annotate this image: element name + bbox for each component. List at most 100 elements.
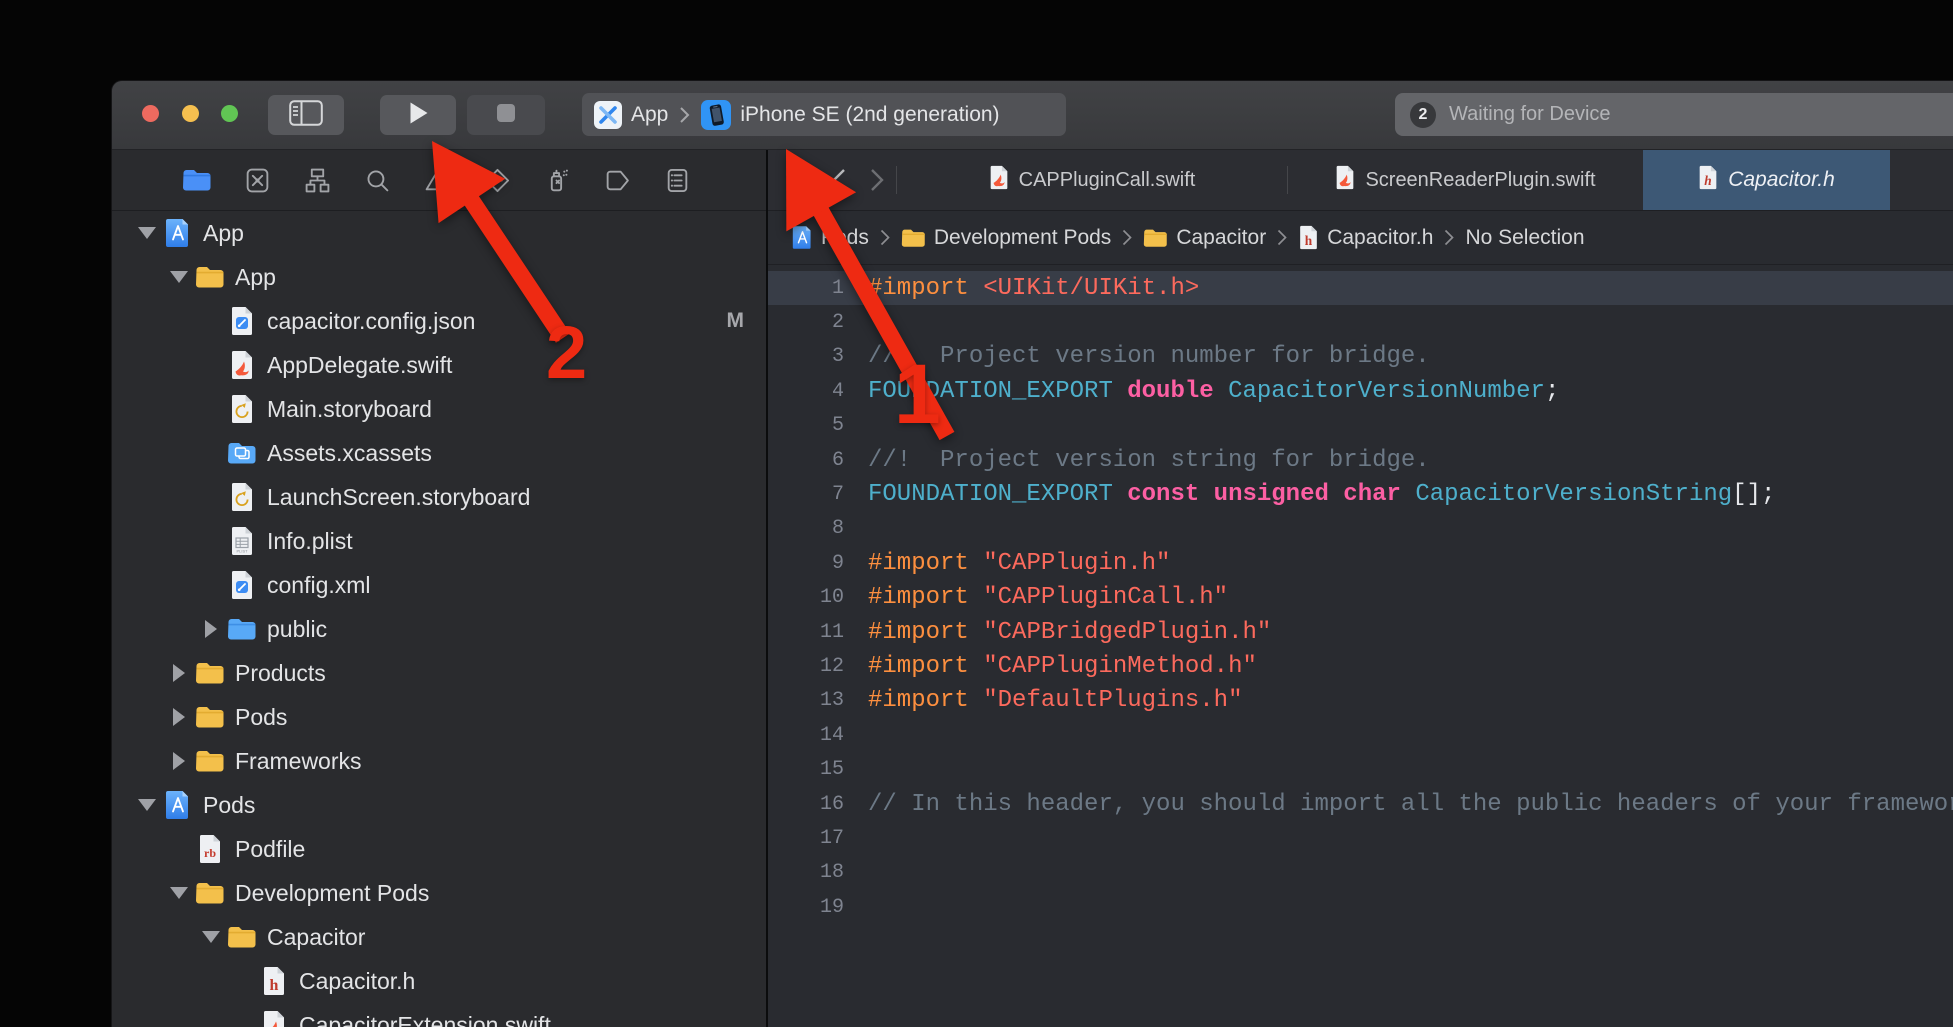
code-line-4[interactable]: 4FOUNDATION_EXPORT double CapacitorVersi… [768,374,1953,408]
minimize-window-button[interactable] [182,105,199,122]
code-line-18[interactable]: 18 [768,856,1953,890]
line-number[interactable]: 18 [768,861,844,884]
close-window-button[interactable] [142,105,159,122]
code-line-9[interactable]: 9#import "CAPPlugin.h" [768,546,1953,580]
issues-navigator-icon[interactable] [407,150,467,210]
disclosure-open-icon[interactable] [197,931,224,943]
project-navigator-icon[interactable] [167,150,227,210]
run-button[interactable] [380,95,456,135]
stop-button[interactable] [467,95,545,135]
line-number[interactable]: 10 [768,586,844,609]
line-number[interactable]: 7 [768,483,844,506]
symbols-navigator-icon[interactable] [287,150,347,210]
code-line-10[interactable]: 10#import "CAPPluginCall.h" [768,581,1953,615]
code-line-19[interactable]: 19 [768,890,1953,924]
tree-item-config.xml[interactable]: config.xml [112,563,766,607]
tree-item-label: Capacitor [267,924,365,951]
tree-item-Capacitor.h[interactable]: hCapacitor.h [112,959,766,1003]
tree-item-Development-Pods[interactable]: Development Pods [112,871,766,915]
tests-navigator-icon[interactable] [467,150,527,210]
tree-item-CapacitorExtension.swift[interactable]: CapacitorExtension.swift [112,1003,766,1027]
tree-item-AppDelegate.swift[interactable]: AppDelegate.swift [112,343,766,387]
tree-item-App[interactable]: App [112,255,766,299]
line-number[interactable]: 2 [768,311,844,334]
tree-item-App[interactable]: App [112,211,766,255]
code-line-2[interactable]: 2 [768,305,1953,339]
tree-item-LaunchScreen.storyboard[interactable]: LaunchScreen.storyboard [112,475,766,519]
tree-item-Pods[interactable]: Pods [112,783,766,827]
disclosure-open-icon[interactable] [133,799,160,811]
code-line-3[interactable]: 3//! Project version number for bridge. [768,340,1953,374]
breadcrumb-item-Capacitor[interactable]: Capacitor [1143,226,1266,250]
line-number[interactable]: 12 [768,655,844,678]
go-forward-button[interactable] [858,150,896,210]
code-line-5[interactable]: 5 [768,409,1953,443]
code-editor[interactable]: 1#import <UIKit/UIKit.h> 2 3//! Project ve… [768,265,1953,1027]
toggle-navigator-button[interactable] [268,95,344,135]
code-line-12[interactable]: 12#import "CAPPluginMethod.h" [768,649,1953,683]
disclosure-closed-icon[interactable] [165,664,192,682]
breadcrumb-item-Capacitor.h[interactable]: hCapacitor.h [1298,225,1433,250]
tree-item-Assets.xcassets[interactable]: Assets.xcassets [112,431,766,475]
tree-item-capacitor.config.json[interactable]: capacitor.config.jsonM [112,299,766,343]
tree-item-Products[interactable]: Products [112,651,766,695]
tab-CAPPluginCall.swift[interactable]: CAPPluginCall.swift [897,150,1287,210]
screenshot-stage: App iPhone SE (2nd generation) 2 Waiting… [0,0,1953,1027]
disclosure-open-icon[interactable] [133,227,160,239]
code-line-15[interactable]: 15 [768,752,1953,786]
debug-navigator-icon[interactable] [527,150,587,210]
tree-item-Main.storyboard[interactable]: Main.storyboard [112,387,766,431]
disclosure-open-icon[interactable] [165,887,192,899]
line-number[interactable]: 1 [768,277,844,300]
tree-item-Podfile[interactable]: rbPodfile [112,827,766,871]
breadcrumb-item-Pods[interactable]: Pods [792,225,869,250]
breadcrumb-item-Development-Pods[interactable]: Development Pods [901,226,1111,250]
line-number[interactable]: 5 [768,414,844,437]
line-number[interactable]: 17 [768,827,844,850]
breadcrumb-item-No-Selection[interactable]: No Selection [1465,226,1584,250]
tree-item-Capacitor[interactable]: Capacitor [112,915,766,959]
line-number[interactable]: 4 [768,380,844,403]
tab-ScreenReaderPlugin.swift[interactable]: ScreenReaderPlugin.swift [1288,150,1643,210]
line-number[interactable]: 6 [768,449,844,472]
code-line-14[interactable]: 14 [768,718,1953,752]
find-navigator-icon[interactable] [347,150,407,210]
folder-icon [192,661,228,685]
source-control-navigator-icon[interactable] [227,150,287,210]
line-number[interactable]: 3 [768,345,844,368]
disclosure-closed-icon[interactable] [165,752,192,770]
tree-item-Frameworks[interactable]: Frameworks [112,739,766,783]
breakpoints-navigator-icon[interactable] [587,150,647,210]
line-number[interactable]: 11 [768,621,844,644]
issue-count-badge: 2 [1410,102,1436,128]
tree-item-public[interactable]: public [112,607,766,651]
line-number[interactable]: 8 [768,517,844,540]
code-line-6[interactable]: 6//! Project version string for bridge. [768,443,1953,477]
chevron-right-icon [1277,229,1287,246]
tree-item-Pods[interactable]: Pods [112,695,766,739]
code-line-1[interactable]: 1#import <UIKit/UIKit.h> [768,271,1953,305]
disclosure-closed-icon[interactable] [197,620,224,638]
code-line-13[interactable]: 13#import "DefaultPlugins.h" [768,684,1953,718]
code-line-11[interactable]: 11#import "CAPBridgedPlugin.h" [768,615,1953,649]
reports-navigator-icon[interactable] [647,150,707,210]
line-number[interactable]: 15 [768,758,844,781]
line-number[interactable]: 14 [768,724,844,747]
line-number[interactable]: 13 [768,689,844,712]
line-number[interactable]: 9 [768,552,844,575]
line-number[interactable]: 19 [768,896,844,919]
tree-item-Info.plist[interactable]: PLISTInfo.plist [112,519,766,563]
code-line-7[interactable]: 7FOUNDATION_EXPORT const unsigned char C… [768,477,1953,511]
line-number[interactable]: 16 [768,793,844,816]
go-back-button[interactable] [820,150,858,210]
disclosure-closed-icon[interactable] [165,708,192,726]
related-items-button[interactable] [782,150,820,210]
code-line-16[interactable]: 16// In this header, you should import a… [768,787,1953,821]
tab-Capacitor.h[interactable]: hCapacitor.h [1643,150,1890,210]
zoom-window-button[interactable] [221,105,238,122]
disclosure-open-icon[interactable] [165,271,192,283]
code-line-17[interactable]: 17 [768,821,1953,855]
scheme-selector[interactable]: App iPhone SE (2nd generation) [582,93,1066,136]
code-line-8[interactable]: 8 [768,512,1953,546]
activity-status-display[interactable]: 2 Waiting for Device [1395,93,1953,136]
